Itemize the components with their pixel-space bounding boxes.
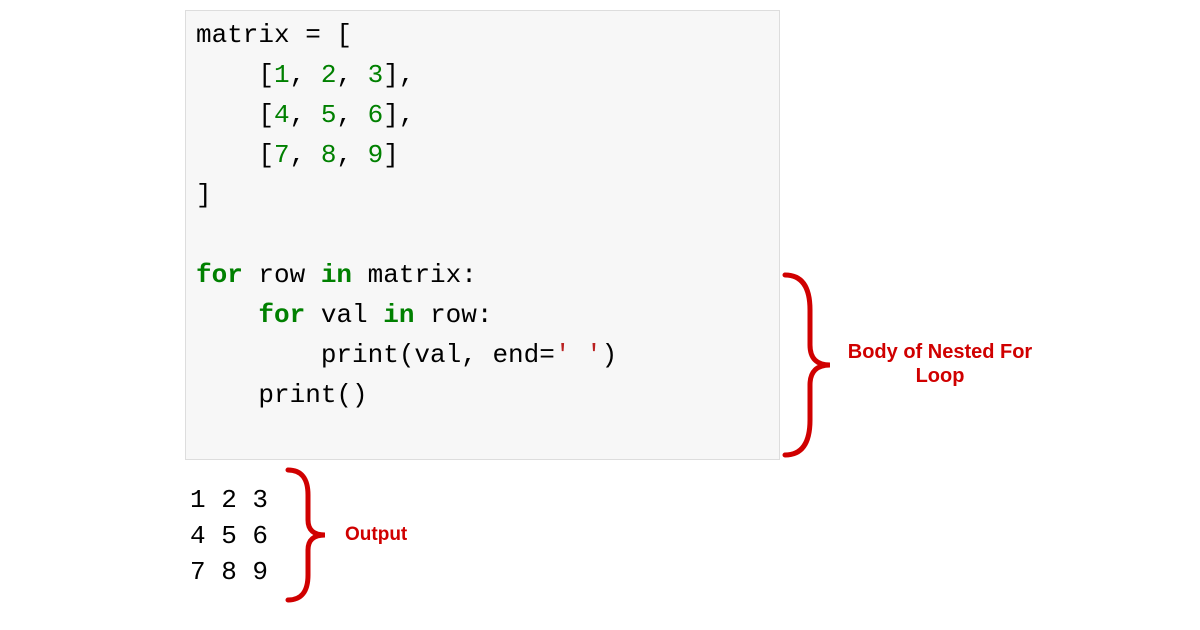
code-sep: ], — [383, 100, 414, 130]
keyword-in: in — [383, 300, 414, 330]
code-sep: , — [336, 140, 367, 170]
code-num: 4 — [274, 100, 290, 130]
keyword-for: for — [196, 260, 243, 290]
body-brace — [775, 270, 835, 460]
output-line-3: 7 8 9 — [190, 557, 268, 587]
code-text: row: — [414, 300, 492, 330]
code-text: val — [305, 300, 383, 330]
code-line-2a: [ — [196, 60, 274, 90]
code-text: row — [243, 260, 321, 290]
output-line-1: 1 2 3 — [190, 485, 268, 515]
code-sep: , — [290, 60, 321, 90]
code-indent — [196, 300, 258, 330]
code-sep: , — [290, 100, 321, 130]
code-sep: ], — [383, 60, 414, 90]
code-text: ) — [602, 340, 618, 370]
body-annotation-l2: Loop — [840, 364, 1040, 388]
code-num: 1 — [274, 60, 290, 90]
code-sep: , — [290, 140, 321, 170]
code-line-5: ] — [196, 180, 212, 210]
code-sep: , — [336, 60, 367, 90]
code-sep: ] — [383, 140, 399, 170]
code-num: 6 — [368, 100, 384, 130]
code-line-3a: [ — [196, 100, 274, 130]
code-text: matrix: — [352, 260, 477, 290]
output-brace — [280, 465, 330, 605]
keyword-for: for — [258, 300, 305, 330]
keyword-in: in — [321, 260, 352, 290]
code-num: 7 — [274, 140, 290, 170]
body-annotation: Body of Nested For Loop — [840, 340, 1040, 388]
output-annotation: Output — [345, 524, 407, 546]
code-num: 8 — [321, 140, 337, 170]
code-text: print() — [196, 380, 368, 410]
code-line-1: matrix = [ — [196, 20, 352, 50]
body-annotation-l1: Body of Nested For — [840, 340, 1040, 364]
code-sep: , — [336, 100, 367, 130]
code-line-4a: [ — [196, 140, 274, 170]
code-text: print(val, end= — [196, 340, 555, 370]
code-block: matrix = [ [1, 2, 3], [4, 5, 6], [7, 8, … — [185, 10, 780, 460]
code-num: 3 — [368, 60, 384, 90]
output-block: 1 2 3 4 5 6 7 8 9 — [190, 482, 268, 590]
code-num: 2 — [321, 60, 337, 90]
code-num: 9 — [368, 140, 384, 170]
output-line-2: 4 5 6 — [190, 521, 268, 551]
code-num: 5 — [321, 100, 337, 130]
string-literal: ' ' — [555, 340, 602, 370]
